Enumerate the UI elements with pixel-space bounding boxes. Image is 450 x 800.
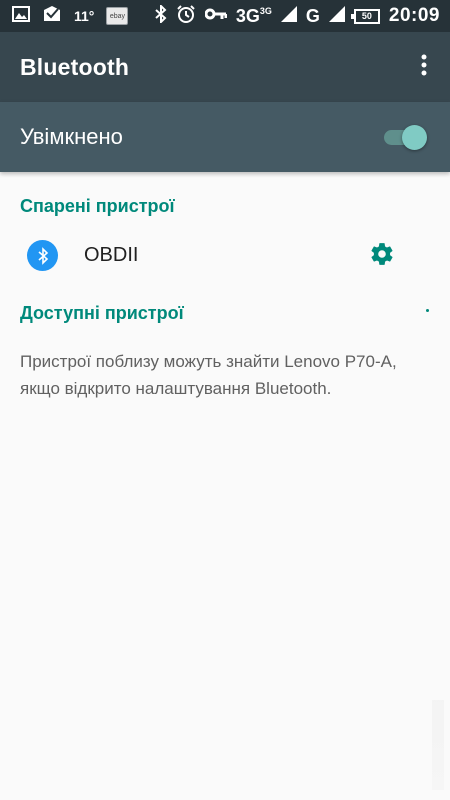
paired-device-row[interactable]: OBDII <box>0 226 450 286</box>
ebay-notification-icon: ebay <box>106 7 129 25</box>
more-options-button[interactable] <box>412 47 436 87</box>
visibility-info-text: Пристрої поблизу можуть знайти Lenovo P7… <box>20 352 397 398</box>
bluetooth-switch[interactable] <box>382 123 427 151</box>
bluetooth-device-icon <box>27 240 58 271</box>
mail-notification-icon <box>42 5 62 28</box>
available-devices-header: Доступні пристрої <box>20 303 184 323</box>
paired-devices-header: Спарені пристрої <box>20 196 175 216</box>
signal-strength-icon <box>280 5 297 27</box>
device-name: OBDII <box>84 244 139 266</box>
status-bar: 11° ebay 3G3G G 50 20:09 <box>0 0 450 32</box>
app-bar: Bluetooth <box>0 32 450 102</box>
more-vert-icon <box>421 54 427 81</box>
page-title: Bluetooth <box>20 53 130 80</box>
network-3g-superscript: 3G <box>259 5 272 16</box>
toggle-label: Увімкнено <box>20 124 123 149</box>
status-bar-left: 11° ebay <box>12 5 140 28</box>
scanning-indicator <box>426 309 429 312</box>
clock-text: 20:09 <box>388 5 440 26</box>
gear-icon <box>369 241 395 272</box>
network-3g-text: 3G <box>235 5 260 26</box>
device-settings-button[interactable] <box>367 241 397 271</box>
battery-icon: 50 <box>350 8 380 24</box>
switch-thumb <box>402 125 427 150</box>
watermark <box>432 700 444 790</box>
signal-strength-2-icon <box>328 5 345 27</box>
vpn-key-icon <box>204 7 228 26</box>
temperature-text: 11° <box>74 8 95 24</box>
network-g-indicator: G <box>305 5 320 26</box>
bluetooth-status-icon <box>155 3 167 28</box>
alarm-icon <box>176 4 196 29</box>
bluetooth-toggle-row[interactable]: Увімкнено <box>0 102 450 172</box>
status-bar-right: 3G3G G 50 20:09 <box>146 3 440 29</box>
image-notification-icon <box>12 5 30 27</box>
network-3g-indicator: 3G3G <box>236 6 272 27</box>
